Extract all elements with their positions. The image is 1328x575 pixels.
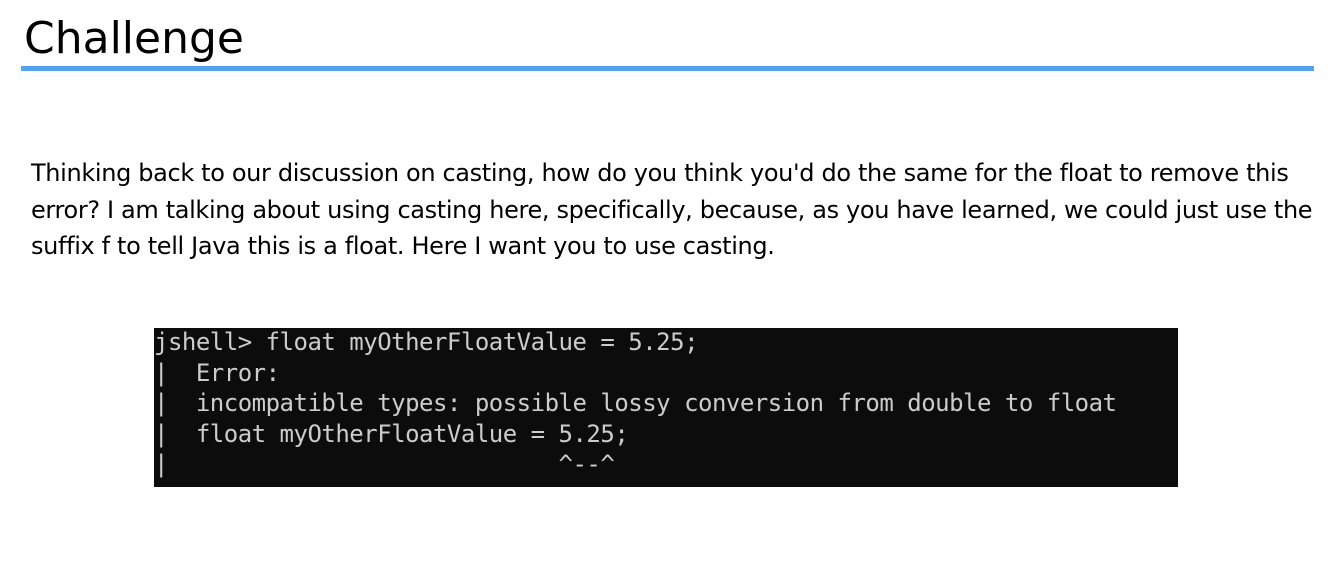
terminal-line-error-message: | incompatible types: possible lossy con… [154,389,1117,417]
title-underline [21,66,1314,71]
terminal-line-command: jshell> float myOtherFloatValue = 5.25; [154,328,699,356]
challenge-paragraph: Thinking back to our discussion on casti… [31,159,1313,260]
terminal-line-source-echo: | float myOtherFloatValue = 5.25; [154,419,629,448]
slide-title: Challenge [24,13,244,64]
terminal-line-error-marker: | ^--^ [154,450,615,478]
terminal-line-error-label: | Error: [154,358,280,387]
jshell-terminal-screenshot: jshell> float myOtherFloatValue = 5.25; … [154,328,1178,487]
